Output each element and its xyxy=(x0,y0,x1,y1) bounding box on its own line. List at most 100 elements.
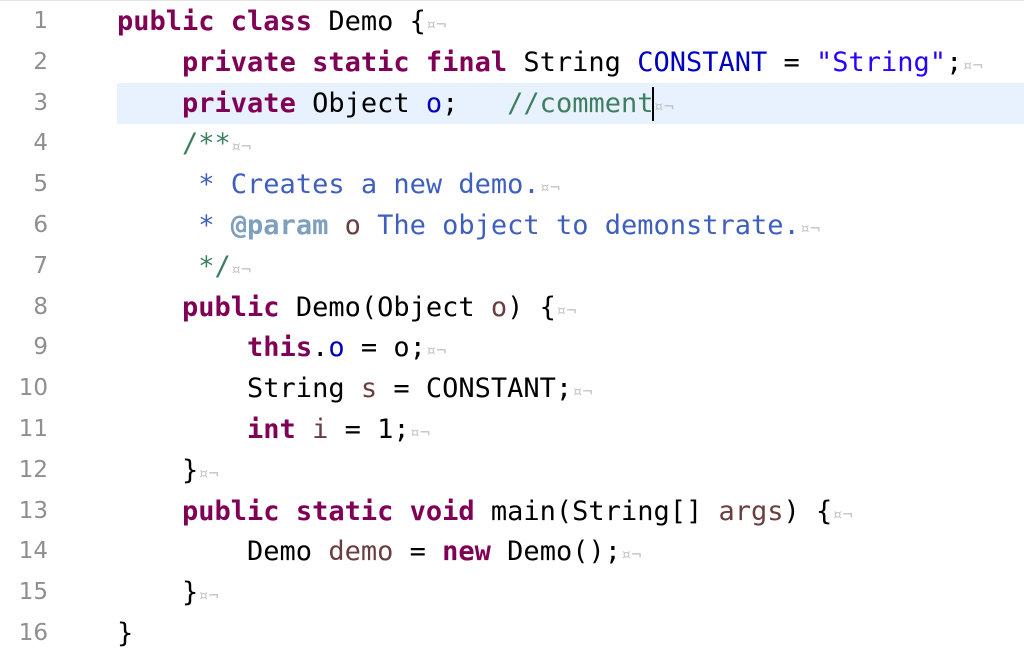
whitespace-marker-icon: ¤¬ xyxy=(620,545,642,566)
line-number: 6 xyxy=(33,212,48,238)
code-text: = CONSTANT; xyxy=(377,373,573,405)
line-number: 13 xyxy=(18,497,48,524)
code-content[interactable]: private static final String CONSTANT = "… xyxy=(117,42,1024,83)
code-content[interactable]: /**¤¬ xyxy=(117,123,1024,164)
code-line[interactable]: 13 public static void main(String[] args… xyxy=(0,491,1024,532)
code-text: ) { xyxy=(507,291,556,323)
code-text: ; xyxy=(442,87,508,119)
line-number: 7 xyxy=(33,252,48,279)
keyword: public xyxy=(182,291,280,323)
whitespace-marker-icon: ¤¬ xyxy=(425,341,447,362)
line-number: 12 xyxy=(18,456,48,483)
code-line[interactable]: 12 }¤¬ xyxy=(0,450,1024,491)
code-content[interactable]: */¤¬ xyxy=(117,246,1024,287)
line-number: 11 xyxy=(18,416,48,442)
code-line[interactable]: 2 private static final String CONSTANT =… xyxy=(0,42,1024,83)
comment: /** xyxy=(182,128,231,160)
code-line[interactable]: 9 this.o = o;¤¬ xyxy=(0,327,1024,368)
line-number: 2 xyxy=(33,48,48,75)
field-name: o xyxy=(328,332,345,364)
field-name: CONSTANT xyxy=(637,46,768,78)
code-line[interactable]: 3 private Object o; //comment¤¬ xyxy=(0,82,1024,124)
line-number: 9 xyxy=(33,334,48,361)
line-number: 14 xyxy=(18,538,48,565)
code-line[interactable]: 4 /**¤¬ xyxy=(0,123,1024,164)
line-number: 10 xyxy=(18,375,48,402)
whitespace-marker-icon: ¤¬ xyxy=(555,300,577,321)
line-number: 8 xyxy=(33,293,48,320)
code-line[interactable]: 1 public class Demo {¤¬ xyxy=(0,1,1024,42)
code-content[interactable]: public class Demo {¤¬ xyxy=(117,1,1024,42)
field-name: o xyxy=(425,87,443,119)
code-line[interactable]: 16} xyxy=(0,613,1024,654)
javadoc-text: The object to demonstrate. xyxy=(360,210,800,241)
code-text: String xyxy=(507,46,638,78)
code-content[interactable]: } xyxy=(117,613,1024,654)
code-content[interactable]: }¤¬ xyxy=(117,450,1024,491)
code-line[interactable]: 7 */¤¬ xyxy=(0,246,1024,287)
local-variable: o xyxy=(344,210,361,241)
line-number: 1 xyxy=(33,8,48,34)
whitespace-marker-icon: ¤¬ xyxy=(653,96,674,117)
local-variable: i xyxy=(312,414,329,445)
code-content[interactable]: String s = CONSTANT;¤¬ xyxy=(117,368,1024,409)
code-text: ; xyxy=(946,46,963,78)
local-variable: args xyxy=(718,495,784,527)
whitespace-marker-icon: ¤¬ xyxy=(230,137,252,158)
string-literal: "String" xyxy=(816,46,947,78)
keyword: new xyxy=(442,536,491,568)
code-line[interactable]: 10 String s = CONSTANT;¤¬ xyxy=(0,368,1024,409)
line-number: 3 xyxy=(33,89,48,116)
code-text: ) { xyxy=(783,495,833,527)
code-content[interactable]: }¤¬ xyxy=(117,572,1024,613)
local-variable: o xyxy=(490,291,508,323)
code-text: Demo(); xyxy=(490,536,621,568)
code-content[interactable]: int i = 1;¤¬ xyxy=(117,409,1024,450)
code-content[interactable]: Demo demo = new Demo();¤¬ xyxy=(117,531,1024,572)
code-text: Demo xyxy=(117,536,329,568)
whitespace-marker-icon: ¤¬ xyxy=(799,219,821,239)
code-content[interactable]: public Demo(Object o) {¤¬ xyxy=(117,287,1024,328)
code-line[interactable]: 15 }¤¬ xyxy=(0,572,1024,613)
code-text: } xyxy=(117,454,199,486)
code-content[interactable]: * @param o The object to demonstrate.¤¬ xyxy=(117,205,1024,246)
whitespace-marker-icon: ¤¬ xyxy=(962,55,983,76)
whitespace-marker-icon: ¤¬ xyxy=(230,259,252,280)
code-line[interactable]: 6 * @param o The object to demonstrate.¤… xyxy=(0,205,1024,246)
code-text: = o; xyxy=(344,332,426,364)
keyword: int xyxy=(247,414,296,445)
code-content[interactable]: * Creates a new demo.¤¬ xyxy=(117,164,1024,205)
code-content[interactable]: this.o = o;¤¬ xyxy=(117,327,1024,368)
code-content[interactable]: private Object o; //comment¤¬ xyxy=(117,82,1024,124)
code-content[interactable]: public static void main(String[] args) {… xyxy=(117,491,1024,532)
code-text: Demo(Object xyxy=(279,291,491,323)
code-editor[interactable]: 1 public class Demo {¤¬ 2 private static f… xyxy=(0,1,1024,661)
code-line[interactable]: 11 int i = 1;¤¬ xyxy=(0,409,1024,450)
keyword: private static final xyxy=(182,46,508,78)
keyword: private xyxy=(182,87,296,119)
javadoc-tag: @param xyxy=(230,210,329,241)
whitespace-marker-icon: ¤¬ xyxy=(425,15,447,35)
code-line[interactable]: 14 Demo demo = new Demo();¤¬ xyxy=(0,531,1024,572)
code-text: = 1; xyxy=(328,414,410,445)
line-number: 15 xyxy=(18,579,48,606)
code-line[interactable]: 5 * Creates a new demo.¤¬ xyxy=(0,164,1024,205)
whitespace-marker-icon: ¤¬ xyxy=(539,178,561,199)
code-text: = xyxy=(767,46,817,78)
code-line[interactable]: 8 public Demo(Object o) {¤¬ xyxy=(0,287,1024,328)
code-text: Object xyxy=(295,87,426,119)
whitespace-marker-icon: ¤¬ xyxy=(572,382,593,403)
code-text: = xyxy=(393,536,443,568)
code-text: main(String[] xyxy=(474,495,719,527)
javadoc-text: * xyxy=(198,210,231,241)
whitespace-marker-icon: ¤¬ xyxy=(198,463,219,484)
keyword: public static void xyxy=(182,495,475,527)
